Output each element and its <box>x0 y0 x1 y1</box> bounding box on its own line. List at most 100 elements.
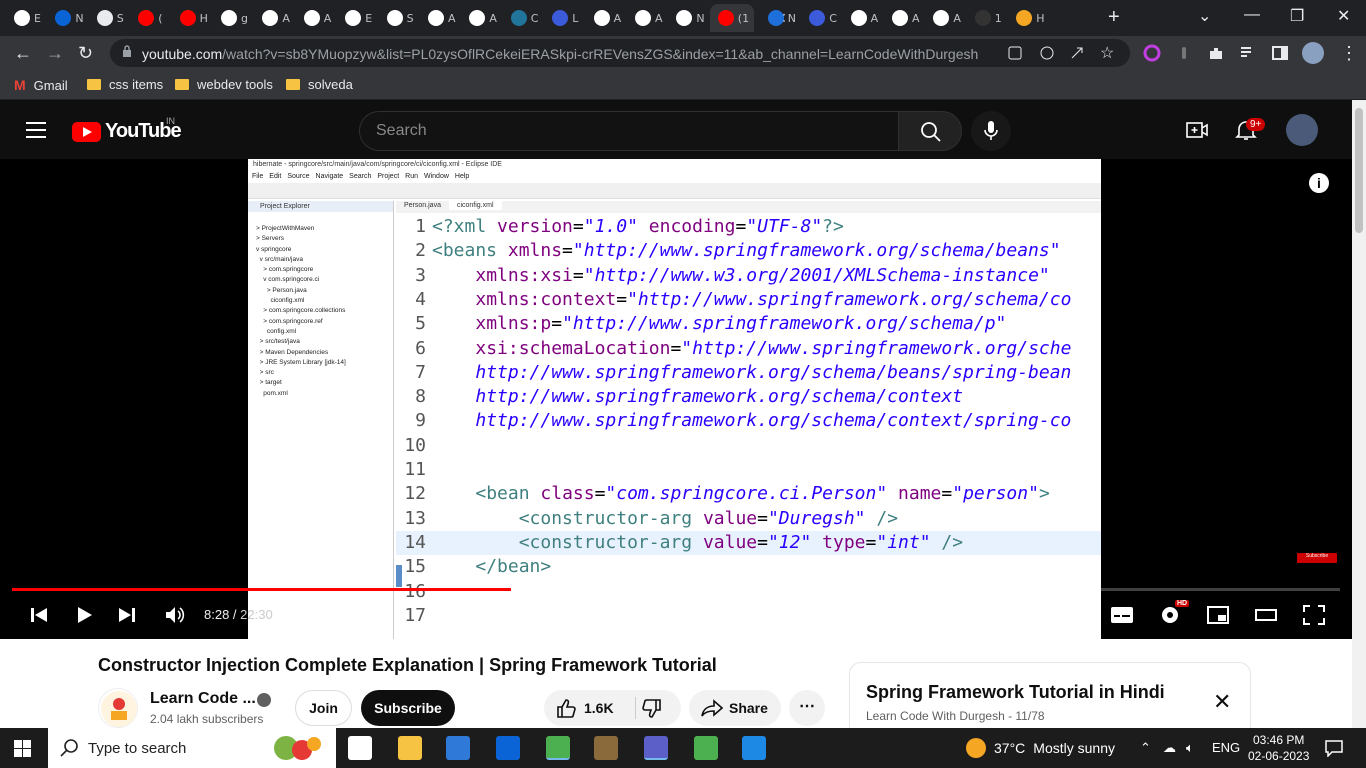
colorful-extension-icon[interactable] <box>1143 44 1161 62</box>
network-icon[interactable]: ☁ <box>1163 740 1176 756</box>
minimize-button[interactable]: — <box>1244 6 1260 24</box>
language-indicator[interactable]: ENG <box>1212 740 1240 755</box>
bookmark-webdev-tools[interactable]: webdev tools <box>175 77 273 92</box>
more-actions-icon[interactable]: ⋯ <box>789 690 825 726</box>
browser-tab[interactable]: H <box>172 4 212 32</box>
address-bar[interactable]: youtube.com/watch?v=sb8YMuopzyw&list=PL0… <box>110 39 1130 67</box>
tab-search-icon[interactable]: ⌄ <box>1198 6 1211 26</box>
bookmark-solveda[interactable]: solveda <box>286 77 353 92</box>
browser-tab[interactable]: A <box>254 4 294 32</box>
browser-tab[interactable]: C <box>503 4 543 32</box>
subscribe-button[interactable]: Subscribe <box>361 690 455 726</box>
video-player[interactable]: hibernate - springcore/src/main/java/com… <box>0 159 1352 639</box>
browser-tab[interactable]: A <box>843 4 883 32</box>
chrome-menu-icon[interactable]: ⋮ <box>1340 43 1358 64</box>
next-video-icon[interactable] <box>118 603 136 627</box>
browser-tab[interactable]: A <box>884 4 924 32</box>
previous-video-icon[interactable] <box>30 603 48 627</box>
taskbar-search[interactable]: Type to search <box>48 728 336 768</box>
browser-tab[interactable]: g <box>213 4 253 32</box>
media-control-icon[interactable] <box>1239 44 1257 62</box>
youtube-logo[interactable]: YouTube <box>72 120 182 143</box>
install-app-icon[interactable] <box>1008 46 1022 60</box>
browser-tab[interactable]: H <box>1008 4 1048 32</box>
browser-tab[interactable]: ( <box>130 4 170 32</box>
browser-tab[interactable]: A <box>925 4 965 32</box>
channel-name[interactable]: Learn Code ... <box>150 690 256 708</box>
menu-icon[interactable] <box>26 122 46 138</box>
bookmark-star-icon[interactable]: ☆ <box>1100 43 1114 63</box>
game-icon[interactable] <box>594 736 618 760</box>
browser-tab[interactable]: (1 <box>709 4 754 32</box>
close-window-button[interactable]: ✕ <box>1337 6 1350 26</box>
page-scrollbar[interactable] <box>1352 100 1366 728</box>
subtitles-icon[interactable] <box>1110 603 1134 627</box>
file-explorer-icon[interactable] <box>398 736 422 760</box>
show-hidden-icons-icon[interactable]: ⌃ <box>1140 740 1151 756</box>
browser-tab[interactable]: E <box>337 4 377 32</box>
scrollbar-thumb[interactable] <box>1355 108 1363 233</box>
reload-button[interactable]: ↻ <box>78 43 93 64</box>
system-clock[interactable]: 03:46 PM 02-06-2023 <box>1248 732 1309 764</box>
forward-button[interactable]: → <box>46 43 64 64</box>
photos-icon[interactable] <box>742 736 766 760</box>
voice-search-button[interactable] <box>971 111 1011 151</box>
browser-tab[interactable]: L <box>544 4 584 32</box>
side-panel-icon[interactable] <box>1271 44 1289 62</box>
profile-avatar-icon[interactable] <box>1302 42 1324 64</box>
maximize-button[interactable]: ❐ <box>1290 6 1304 26</box>
chrome-icon[interactable] <box>546 736 570 760</box>
browser-tab[interactable]: A <box>461 4 501 32</box>
browser-tab[interactable]: A <box>627 4 667 32</box>
dislike-thumb-icon[interactable] <box>642 699 662 719</box>
outlook-icon[interactable] <box>496 736 520 760</box>
share-page-icon[interactable] <box>1070 46 1084 60</box>
browser-tab[interactable]: E <box>6 4 46 32</box>
join-button[interactable]: Join <box>295 690 352 726</box>
browser-tab[interactable]: N <box>760 4 800 32</box>
play-icon[interactable] <box>76 603 94 627</box>
new-tab-button[interactable]: + <box>1108 6 1120 29</box>
teams-icon[interactable] <box>644 736 668 760</box>
windows-start-icon[interactable] <box>14 740 31 757</box>
remote-desktop-icon[interactable] <box>694 736 718 760</box>
browser-tab[interactable]: A <box>420 4 460 32</box>
search-button[interactable] <box>898 111 962 151</box>
subscribe-watermark[interactable]: Subscribe <box>1297 553 1337 563</box>
close-playlist-icon[interactable]: ✕ <box>1213 689 1231 715</box>
account-avatar[interactable] <box>1286 114 1318 146</box>
puzzle-extensions-icon[interactable] <box>1207 44 1225 62</box>
action-center-icon[interactable] <box>1324 739 1344 757</box>
task-view-icon[interactable] <box>348 736 372 760</box>
browser-tab[interactable]: A <box>296 4 336 32</box>
volume-icon[interactable] <box>164 603 186 627</box>
fullscreen-icon[interactable] <box>1302 603 1326 627</box>
bookmark-gmail[interactable]: M Gmail <box>14 77 68 93</box>
microsoft-store-icon[interactable] <box>446 736 470 760</box>
browser-tab[interactable]: N <box>668 4 708 32</box>
playlist-title[interactable]: Spring Framework Tutorial in Hindi <box>866 682 1165 703</box>
back-button[interactable]: ← <box>14 43 32 64</box>
miniplayer-icon[interactable] <box>1206 603 1230 627</box>
speaker-icon[interactable]: 🔈︎ <box>1186 740 1194 756</box>
extension-icon[interactable] <box>1175 44 1193 62</box>
channel-avatar[interactable] <box>98 688 138 728</box>
browser-tab[interactable]: A <box>586 4 626 32</box>
create-video-icon[interactable] <box>1186 119 1208 141</box>
progress-bar[interactable] <box>12 588 1340 591</box>
performance-icon[interactable] <box>1040 46 1054 60</box>
search-input[interactable] <box>376 122 876 140</box>
like-count[interactable]: 1.6K <box>584 700 614 716</box>
like-thumb-icon[interactable] <box>556 698 576 718</box>
bookmark-css-items[interactable]: css items <box>87 77 163 92</box>
video-info-icon[interactable]: i <box>1309 173 1329 193</box>
search-box[interactable] <box>359 111 899 151</box>
browser-tab[interactable]: C <box>801 4 841 32</box>
browser-tab[interactable]: S <box>89 4 129 32</box>
weather-widget[interactable]: 37°C Mostly sunny <box>966 738 1115 758</box>
browser-tab[interactable]: N <box>47 4 87 32</box>
video-frame[interactable]: hibernate - springcore/src/main/java/com… <box>248 159 1101 639</box>
theater-mode-icon[interactable] <box>1254 603 1278 627</box>
share-button[interactable]: Share <box>689 690 781 726</box>
browser-tab[interactable]: 1 <box>967 4 1007 32</box>
